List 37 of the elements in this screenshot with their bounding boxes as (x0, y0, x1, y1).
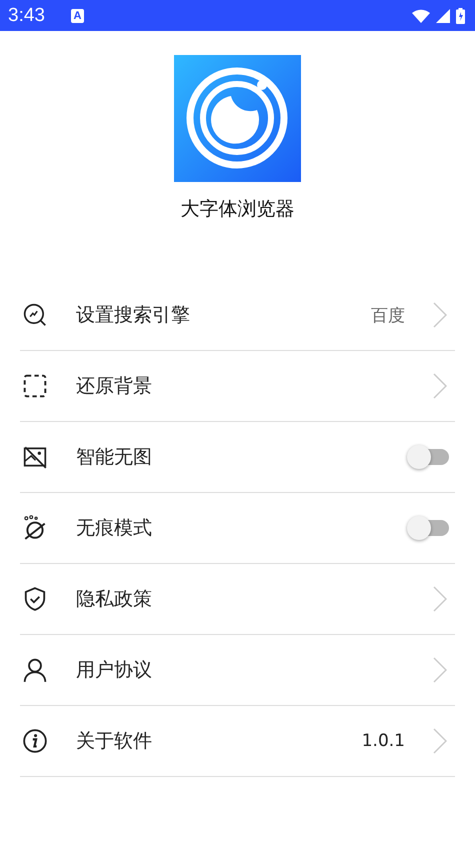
settings-row[interactable]: 智能无图 (20, 422, 455, 493)
setting-label: 智能无图 (76, 445, 153, 470)
settings-row[interactable]: 关于软件 1.0.1 (20, 706, 455, 777)
setting-label: 还原背景 (76, 374, 153, 399)
setting-label: 关于软件 (76, 729, 153, 754)
settings-row[interactable]: 还原背景 (20, 351, 455, 422)
no-image-icon (22, 444, 48, 470)
chevron-icon (433, 302, 447, 328)
chevron-icon (433, 657, 447, 683)
signal-icon (436, 8, 450, 22)
status-time: 3:43 (8, 4, 45, 26)
chevron-icon (433, 373, 447, 399)
setting-value: 1.0.1 (362, 731, 405, 751)
dashed-frame-icon (22, 373, 48, 399)
app-logo-icon (174, 55, 301, 182)
incognito-icon (22, 515, 48, 541)
settings-row[interactable]: 设置搜索引擎 百度 (20, 280, 455, 351)
settings-row[interactable]: 隐私政策 (20, 564, 455, 635)
app-name: 大字体浏览器 (180, 197, 294, 222)
toggle-switch[interactable] (407, 445, 449, 469)
shield-check-icon (22, 586, 48, 612)
chevron-icon (433, 586, 447, 612)
setting-label: 无痕模式 (76, 516, 153, 541)
toggle-switch[interactable] (407, 516, 449, 540)
notification-icon: A (70, 8, 84, 22)
setting-label: 设置搜索引擎 (76, 303, 191, 328)
setting-label: 隐私政策 (76, 587, 153, 612)
info-icon (22, 728, 48, 754)
search-chart-icon (22, 302, 48, 328)
chevron-icon (433, 728, 447, 754)
user-icon (22, 657, 48, 683)
settings-row[interactable]: 用户协议 (20, 635, 455, 706)
wifi-icon (412, 8, 430, 22)
settings-row[interactable]: 无痕模式 (20, 493, 455, 564)
setting-label: 用户协议 (76, 658, 153, 683)
setting-value: 百度 (371, 304, 405, 326)
battery-icon (456, 8, 465, 24)
